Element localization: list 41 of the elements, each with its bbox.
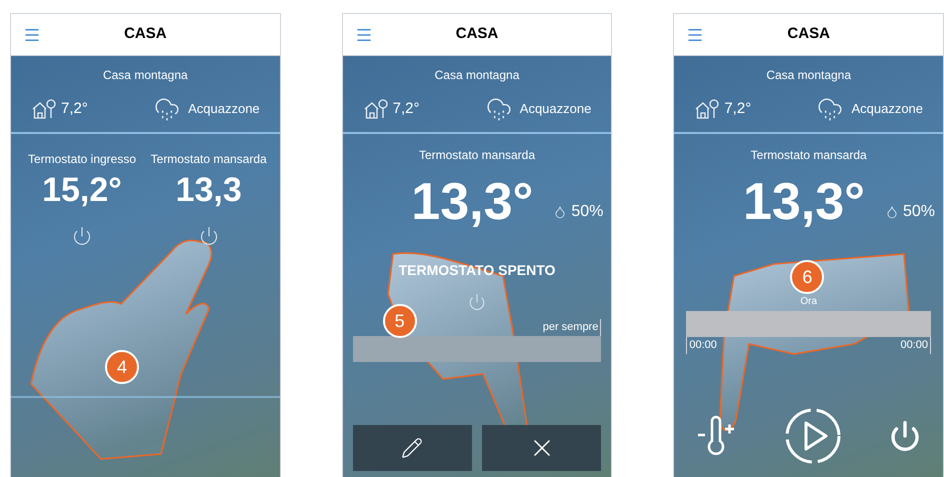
outdoor-temperature: 7,2°: [392, 98, 420, 119]
header-title: CASA: [456, 24, 498, 44]
rain-cloud-icon: [817, 96, 844, 122]
edit-button[interactable]: [352, 425, 472, 471]
humidity-icon: [884, 205, 899, 219]
weather-label: Acquazzone: [188, 100, 260, 118]
thermostat-temperature: 15,2°: [42, 170, 122, 210]
weather-label: Acquazzone: [851, 100, 924, 118]
pencil-icon: [401, 437, 424, 459]
outdoor-temperature: 7,2°: [61, 98, 88, 119]
humidity-value: 50%: [571, 202, 604, 222]
thermostat-name: Termostato mansarda: [418, 147, 536, 164]
timeline-start: 00:00: [689, 338, 717, 353]
play-circle-icon[interactable]: [784, 407, 842, 465]
humidity-value: 50%: [902, 202, 936, 222]
rain-cloud-icon: [486, 96, 512, 122]
thermostat-name: Termostato mansarda: [750, 147, 867, 164]
thermostat-name: Termostato mansarda: [150, 151, 267, 168]
header-title: CASA: [787, 24, 830, 44]
thermostat-temperature: 13,3°: [411, 174, 534, 230]
rain-cloud-icon: [154, 96, 180, 122]
power-icon: [468, 293, 486, 311]
now-label: Ora: [800, 295, 818, 309]
thermometer-plus-minus-icon[interactable]: [696, 415, 736, 457]
power-icon[interactable]: [72, 226, 92, 246]
thermostat-temperature: 13,3°: [742, 174, 865, 230]
header-title: CASA: [124, 24, 167, 44]
outdoor-temperature: 7,2°: [724, 98, 752, 119]
power-icon[interactable]: [198, 226, 219, 246]
house-tree-icon: [362, 98, 389, 120]
weather-label: Acquazzone: [520, 100, 592, 118]
power-icon[interactable]: [889, 420, 921, 452]
thermostat-name: Termostato ingresso: [28, 151, 136, 168]
location-name: Casa montagna: [766, 67, 852, 84]
house-tree-icon: [31, 98, 57, 120]
timeline-end: 00:00: [900, 338, 928, 353]
location-name: Casa montagna: [434, 67, 520, 84]
location-name: Casa montagna: [102, 67, 188, 84]
thermostat-temperature: 13,3: [176, 170, 242, 210]
house-tree-icon: [694, 98, 720, 120]
humidity-icon: [553, 205, 568, 219]
